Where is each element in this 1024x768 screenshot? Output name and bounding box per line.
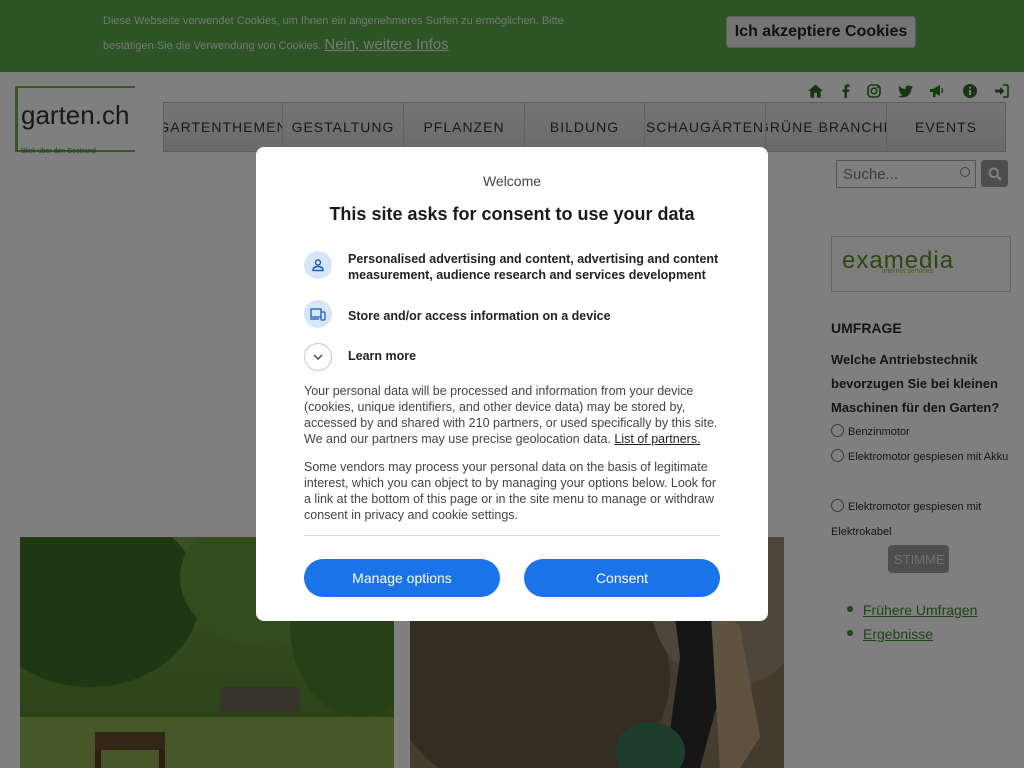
person-icon: [304, 251, 332, 279]
dialog-title: This site asks for consent to use your d…: [329, 204, 695, 224]
purpose-advertising: Personalised advertising and content, ad…: [348, 252, 719, 282]
learn-more-toggle[interactable]: Learn more: [348, 349, 416, 363]
consent-paragraph-1: Your personal data will be processed and…: [304, 383, 720, 447]
divider: [304, 535, 720, 536]
devices-icon: [304, 300, 332, 328]
consent-paragraph-2: Some vendors may process your personal d…: [304, 460, 717, 522]
chevron-down-icon[interactable]: [304, 343, 332, 371]
manage-options-button[interactable]: Manage options: [304, 559, 500, 597]
purpose-device-storage: Store and/or access information on a dev…: [348, 309, 611, 323]
consent-dialog: Welcome This site asks for consent to us…: [256, 147, 768, 621]
dialog-welcome: Welcome: [482, 173, 542, 189]
partners-link[interactable]: List of partners.: [614, 432, 700, 446]
consent-button[interactable]: Consent: [524, 559, 720, 597]
